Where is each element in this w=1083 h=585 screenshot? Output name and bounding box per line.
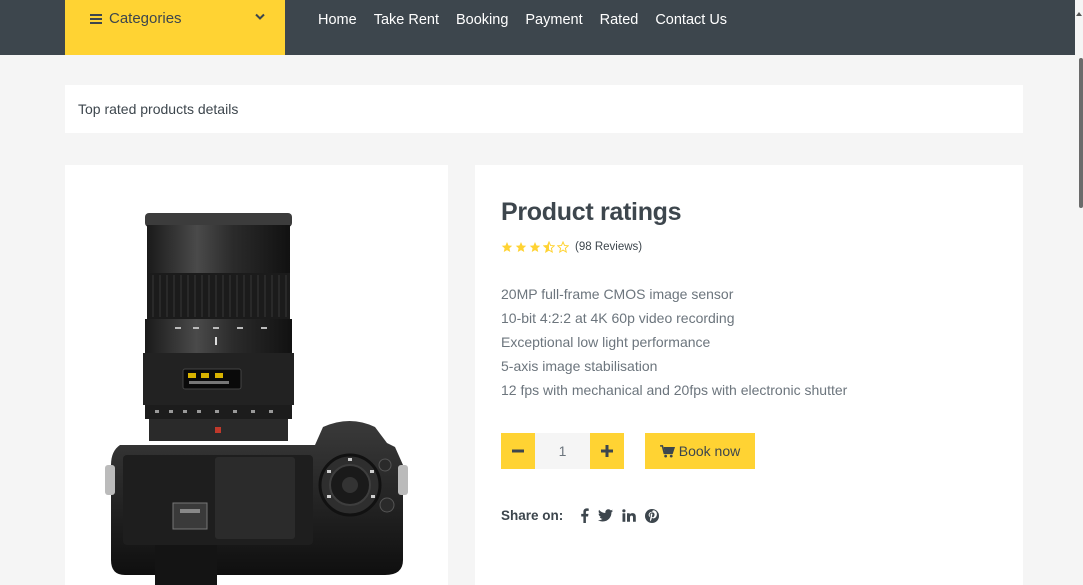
star-full-icon (529, 242, 541, 252)
main-nav: Home Take Rent Booking Payment Rated Con… (318, 12, 727, 28)
product-rating: (98 Reviews) (501, 241, 642, 253)
feature-item: 12 fps with mechanical and 20fps with el… (501, 382, 848, 398)
scrollbar-thumb[interactable] (1079, 58, 1083, 208)
book-now-label: Book now (678, 443, 741, 459)
nav-link-take-rent[interactable]: Take Rent (374, 12, 439, 28)
nav-link-payment[interactable]: Payment (525, 12, 582, 28)
feature-item: 10-bit 4:2:2 at 4K 60p video recording (501, 310, 735, 326)
share-facebook-link[interactable] (580, 508, 589, 523)
breadcrumb-text: Top rated products details (78, 101, 239, 117)
nav-link-contact-us[interactable]: Contact Us (655, 12, 727, 28)
feature-item: 20MP full-frame CMOS image sensor (501, 286, 734, 302)
share-label: Share on: (501, 508, 564, 523)
star-empty-icon (557, 241, 569, 253)
page-scrollbar[interactable] (1075, 0, 1083, 580)
reviews-count: (98 Reviews) (575, 241, 643, 253)
star-full-icon (515, 242, 527, 252)
product-title: Product ratings (501, 198, 682, 226)
quantity-input[interactable] (535, 433, 590, 469)
shopping-cart-icon (659, 444, 675, 458)
book-now-button[interactable]: Book now (645, 433, 755, 469)
quantity-and-booking: Book now (501, 433, 755, 469)
nav-link-home[interactable]: Home (318, 12, 357, 28)
product-details-panel: Product ratings (98 Reviews) 20MP full-f… (475, 165, 1023, 585)
breadcrumb: Top rated products details (65, 85, 1023, 133)
facebook-icon (581, 508, 589, 523)
star-half-icon (543, 241, 555, 253)
quantity-decrease-button[interactable] (501, 433, 535, 469)
scroll-up-arrow-icon[interactable] (1076, 12, 1082, 16)
share-twitter-link[interactable] (598, 509, 614, 522)
twitter-icon (598, 509, 614, 522)
feature-list: 20MP full-frame CMOS image sensor 10-bit… (501, 282, 847, 402)
rating-stars (501, 241, 569, 253)
share-bar: Share on: (501, 508, 660, 523)
plus-icon (601, 445, 613, 457)
bars-icon (90, 13, 102, 24)
nav-link-rated[interactable]: Rated (600, 12, 639, 28)
feature-item: Exceptional low light performance (501, 334, 711, 350)
categories-label: Categories (109, 10, 182, 27)
product-image-panel (65, 165, 448, 585)
share-linkedin-link[interactable] (622, 509, 637, 522)
quantity-increase-button[interactable] (590, 433, 624, 469)
categories-dropdown[interactable]: Categories (65, 0, 285, 55)
star-full-icon (501, 242, 513, 252)
chevron-down-icon (255, 13, 265, 20)
top-navbar: Categories Home Take Rent Booking Paymen… (0, 0, 1075, 55)
camera-image (105, 213, 408, 585)
share-pinterest-link[interactable] (645, 508, 660, 523)
pinterest-icon (645, 508, 660, 523)
categories-toggle: Categories (90, 10, 182, 27)
nav-link-booking[interactable]: Booking (456, 12, 508, 28)
minus-icon (512, 449, 524, 453)
feature-item: 5-axis image stabilisation (501, 358, 658, 374)
linkedin-icon (622, 509, 637, 522)
